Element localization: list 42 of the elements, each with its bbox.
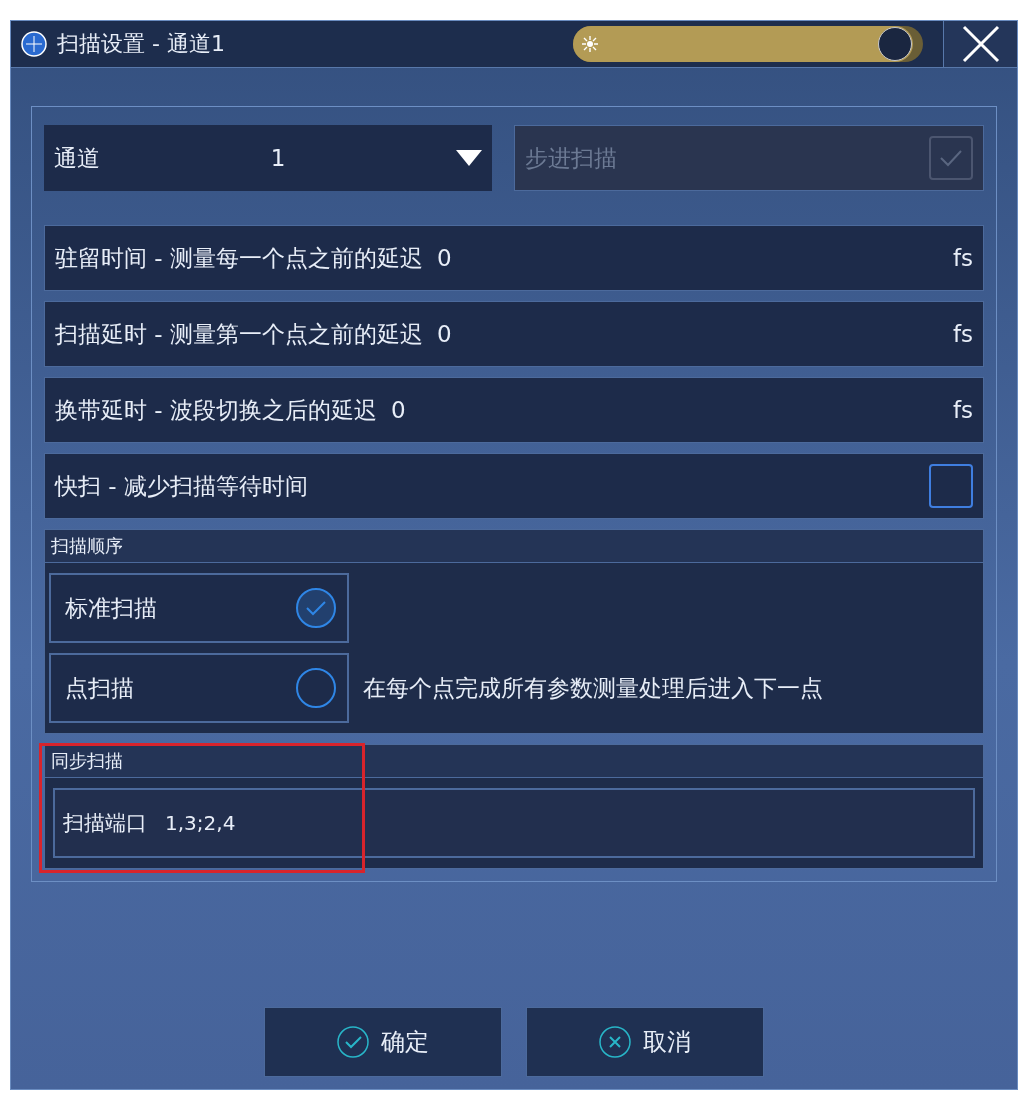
option-description: 在每个点完成所有参数测量处理后进入下一点 (363, 673, 823, 703)
channel-value: 1 (270, 145, 286, 171)
check-circle-icon (337, 1026, 369, 1058)
field-label: 换带延时 - 波段切换之后的延迟 (55, 395, 377, 425)
option-button[interactable]: 标准扫描 (49, 573, 349, 643)
field-label: 扫描端口 (63, 810, 147, 837)
checkbox[interactable] (929, 464, 973, 508)
field-label: 扫描延时 - 测量第一个点之前的延迟 (55, 319, 423, 349)
channel-dropdown[interactable]: 通道 1 (44, 125, 492, 191)
logo-icon (21, 31, 47, 57)
window-title: 扫描设置 - 通道1 (57, 30, 226, 58)
unit-label: fs (952, 245, 973, 271)
sun-icon (581, 35, 599, 53)
option-label: 点扫描 (65, 673, 134, 703)
check-icon (938, 148, 964, 168)
unit-label: fs (952, 397, 973, 423)
field-value: 0 (390, 397, 407, 423)
option-label: 标准扫描 (65, 593, 157, 623)
group-title: 扫描顺序 (45, 530, 983, 563)
input-field[interactable]: 扫描端口 1,3;2,4 (53, 788, 975, 858)
field-value: 0 (436, 245, 453, 271)
option-button[interactable]: 点扫描 (49, 653, 349, 723)
field-label: 驻留时间 - 测量每一个点之前的延迟 (55, 243, 423, 273)
x-circle-icon (599, 1026, 631, 1058)
channel-label: 通道 (54, 143, 100, 173)
group-title: 同步扫描 (45, 745, 983, 778)
confirm-button[interactable]: 确定 (264, 1007, 502, 1077)
delay-field[interactable]: 扫描延时 - 测量第一个点之前的延迟 0 fs (44, 301, 984, 367)
radio-button[interactable] (295, 587, 337, 629)
cancel-button[interactable]: 取消 (526, 1007, 764, 1077)
step-sweep-label: 步进扫描 (525, 143, 617, 173)
delay-field[interactable]: 换带延时 - 波段切换之后的延迟 0 fs (44, 377, 984, 443)
radio-button[interactable] (295, 667, 337, 709)
unit-label: fs (952, 321, 973, 347)
field-value: 0 (436, 321, 453, 347)
field-value[interactable]: 1,3;2,4 (165, 811, 365, 835)
dropdown-caret-icon (456, 150, 482, 166)
close-icon (960, 24, 1001, 64)
delay-field[interactable]: 驻留时间 - 测量每一个点之前的延迟 0 fs (44, 225, 984, 291)
close-button[interactable] (943, 21, 1017, 67)
brightness-slider[interactable] (573, 26, 923, 62)
fast-sweep-label: 快扫 - 减少扫描等待时间 (55, 471, 308, 501)
